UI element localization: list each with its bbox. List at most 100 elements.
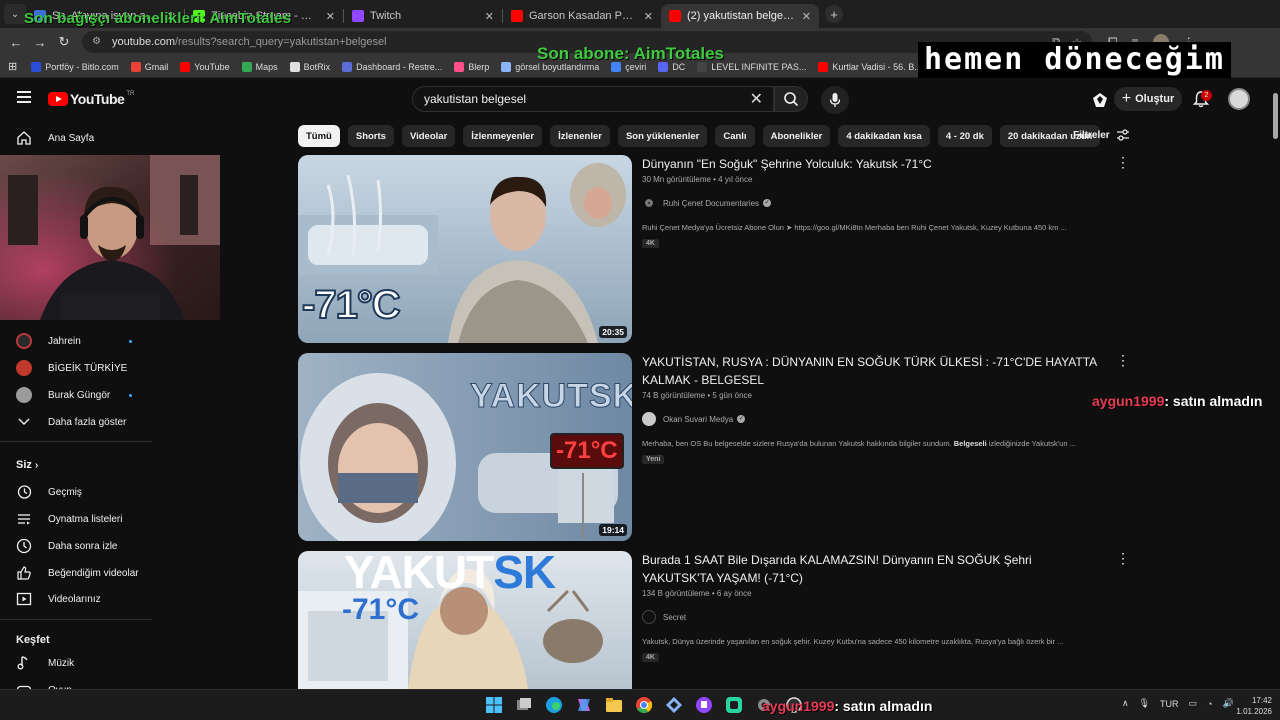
- task-view-icon[interactable]: [514, 695, 534, 715]
- bookmark-item[interactable]: BotRix: [289, 61, 330, 72]
- video-title[interactable]: YAKUTİSTAN, RUSYA : DÜNYANIN EN SOĞUK TÜ…: [642, 353, 1102, 389]
- chrome-icon[interactable]: [634, 695, 654, 715]
- filter-chip[interactable]: Tümü: [298, 125, 340, 147]
- streaming-app-icon[interactable]: [724, 695, 744, 715]
- sidebar-show-more[interactable]: Daha fazla göster: [0, 409, 152, 435]
- video-meta: 74 B görüntüleme • 5 gün önce: [642, 391, 752, 400]
- video-result[interactable]: -71°C 20:35 Dünyanın "En Soğuk" Şehrine …: [298, 155, 1130, 343]
- video-badge: Yeni: [642, 455, 665, 464]
- browser-tab-active[interactable]: (2) yakutistan belgesel - YouTube ✕: [661, 4, 819, 28]
- new-tab-button[interactable]: +: [825, 5, 843, 23]
- search-button[interactable]: [774, 86, 808, 112]
- thumbnail-overlay-text: -71°C: [301, 282, 402, 328]
- video-thumbnail[interactable]: -71°C 20:35: [298, 155, 632, 343]
- search-input[interactable]: yakutistan belgesel ✕: [412, 86, 774, 112]
- video-info: Burada 1 SAAT Bile Dışarıda KALAMAZSIN! …: [642, 551, 1102, 664]
- display-icon[interactable]: ▭: [1189, 698, 1198, 709]
- browser-tab-4[interactable]: Garson Kasadan Para Çalarken ✕: [503, 4, 661, 28]
- filter-chip[interactable]: Videolar: [401, 125, 456, 147]
- video-icon: [16, 591, 32, 607]
- sidebar-item-music[interactable]: Müzik: [0, 650, 152, 676]
- notification-count-badge: 2: [1201, 90, 1212, 101]
- filter-chip[interactable]: İzlenmeyenler: [463, 125, 543, 147]
- channel-link[interactable]: Ruhi Çenet Documentaries ✓: [642, 196, 1102, 210]
- account-avatar[interactable]: [1228, 88, 1250, 110]
- sidebar-item-watch-later[interactable]: Daha sonra izle: [0, 533, 152, 559]
- more-actions-icon[interactable]: ⋮: [1116, 155, 1130, 169]
- back-icon[interactable]: ←: [4, 35, 28, 50]
- bookmark-favicon-icon: [130, 61, 141, 72]
- site-info-icon[interactable]: ⚙: [92, 36, 104, 48]
- video-title[interactable]: Dünyanın "En Soğuk" Şehrine Yolculuk: Ya…: [642, 155, 1102, 173]
- sidebar-channel-bigeik[interactable]: BİGEİK TÜRKİYE: [0, 355, 152, 381]
- sidebar-item-liked[interactable]: Beğendiğim videolar: [0, 560, 152, 586]
- sidebar-channel-jahrein[interactable]: Jahrein: [0, 328, 152, 354]
- bookmark-item[interactable]: Portföy - Bitlo.com: [31, 61, 119, 72]
- tab-close-icon[interactable]: ✕: [485, 10, 494, 23]
- taskbar-clock[interactable]: 17:42 1.01.2026: [1226, 695, 1272, 717]
- sidebar-channel-burak[interactable]: Burak Güngör: [0, 382, 152, 408]
- tab-title: Garson Kasadan Para Çalarken: [529, 10, 638, 22]
- filter-chip[interactable]: 4 - 20 dk: [937, 125, 992, 147]
- more-actions-icon[interactable]: ⋮: [1116, 551, 1130, 565]
- start-icon[interactable]: [484, 695, 504, 715]
- page-scrollbar[interactable]: [1271, 79, 1280, 689]
- create-button[interactable]: + Oluştur: [1114, 87, 1182, 111]
- tab-search-button[interactable]: ⌄: [4, 4, 26, 24]
- channel-link[interactable]: Okan Suvari Medya ✓: [642, 412, 1102, 426]
- microphone-tray-icon[interactable]: 🎙: [1139, 698, 1150, 709]
- tray-overflow-icon[interactable]: ∧: [1122, 698, 1129, 709]
- file-explorer-icon[interactable]: [604, 695, 624, 715]
- bookmark-item[interactable]: Gmail: [130, 61, 169, 72]
- apps-grid-icon[interactable]: ⊞: [8, 60, 17, 73]
- bookmark-item[interactable]: Dashboard - Restre...: [342, 61, 442, 72]
- clear-search-icon[interactable]: ✕: [750, 89, 763, 109]
- filters-button[interactable]: Filtreler: [1073, 129, 1130, 141]
- forward-icon[interactable]: →: [28, 35, 52, 50]
- sidebar-item-playlists[interactable]: Oynatma listeleri: [0, 506, 152, 532]
- filter-chip[interactable]: 4 dakikadan kısa: [838, 125, 930, 147]
- premium-gem-icon[interactable]: [1092, 92, 1108, 108]
- twitch-icon[interactable]: [694, 695, 714, 715]
- sidebar-item-home[interactable]: Ana Sayfa: [0, 125, 152, 151]
- bookmark-item[interactable]: Blerp: [454, 61, 489, 72]
- filter-chip[interactable]: Son yüklenenler: [617, 125, 708, 147]
- tab-close-icon[interactable]: ✕: [802, 10, 811, 23]
- video-result[interactable]: YAKUTSK -71°C Burada 1 SAAT Bile Dışarıd…: [298, 551, 1130, 689]
- sidebar-item-history[interactable]: Geçmiş: [0, 479, 152, 505]
- filter-chip[interactable]: Canlı: [715, 125, 755, 147]
- edge-icon[interactable]: [544, 695, 564, 715]
- filter-chip[interactable]: Shorts: [347, 125, 394, 147]
- tab-title: Twitch: [370, 10, 402, 22]
- more-actions-icon[interactable]: ⋮: [1116, 353, 1130, 367]
- scrollbar-thumb[interactable]: [1273, 93, 1278, 139]
- bookmark-item[interactable]: YouTube: [180, 61, 230, 72]
- filter-chip[interactable]: İzlenenler: [550, 125, 610, 147]
- copilot-icon[interactable]: [574, 695, 594, 715]
- bookmark-item[interactable]: Maps: [241, 61, 278, 72]
- video-thumbnail[interactable]: YAKUTSK -71°C: [298, 551, 632, 689]
- network-icon[interactable]: ◔: [1207, 699, 1212, 709]
- language-indicator[interactable]: TUR: [1160, 699, 1179, 709]
- bookmark-label: Gmail: [144, 61, 169, 72]
- app-icon[interactable]: [664, 695, 684, 715]
- youtube-logo[interactable]: YouTube TR: [48, 91, 134, 107]
- country-code: TR: [126, 91, 135, 97]
- tab-close-icon[interactable]: ✕: [326, 10, 335, 23]
- channel-link[interactable]: Secret: [642, 610, 1102, 624]
- filter-chip[interactable]: Abonelikler: [762, 125, 831, 147]
- sidebar-section-you[interactable]: Siz ›: [16, 459, 38, 471]
- menu-icon[interactable]: [17, 91, 31, 106]
- browser-tab-3[interactable]: Twitch ✕: [344, 4, 502, 28]
- video-badge: 4K: [642, 239, 659, 248]
- reload-icon[interactable]: ↻: [52, 34, 76, 50]
- voice-search-button[interactable]: [821, 86, 849, 114]
- video-title[interactable]: Burada 1 SAAT Bile Dışarıda KALAMAZSIN! …: [642, 551, 1102, 587]
- channel-avatar: [642, 610, 656, 624]
- bookmark-item[interactable]: Kurtlar Vadisi - 56. B...: [818, 61, 922, 72]
- thumbs-up-icon: [16, 565, 32, 581]
- sidebar-item-your-videos[interactable]: Videolarınız: [0, 586, 152, 612]
- tab-close-icon[interactable]: ✕: [644, 10, 653, 23]
- video-thumbnail[interactable]: YAKUTSK -71°C 19:14: [298, 353, 632, 541]
- video-result[interactable]: YAKUTSK -71°C 19:14 YAKUTİSTAN, RUSYA : …: [298, 353, 1130, 541]
